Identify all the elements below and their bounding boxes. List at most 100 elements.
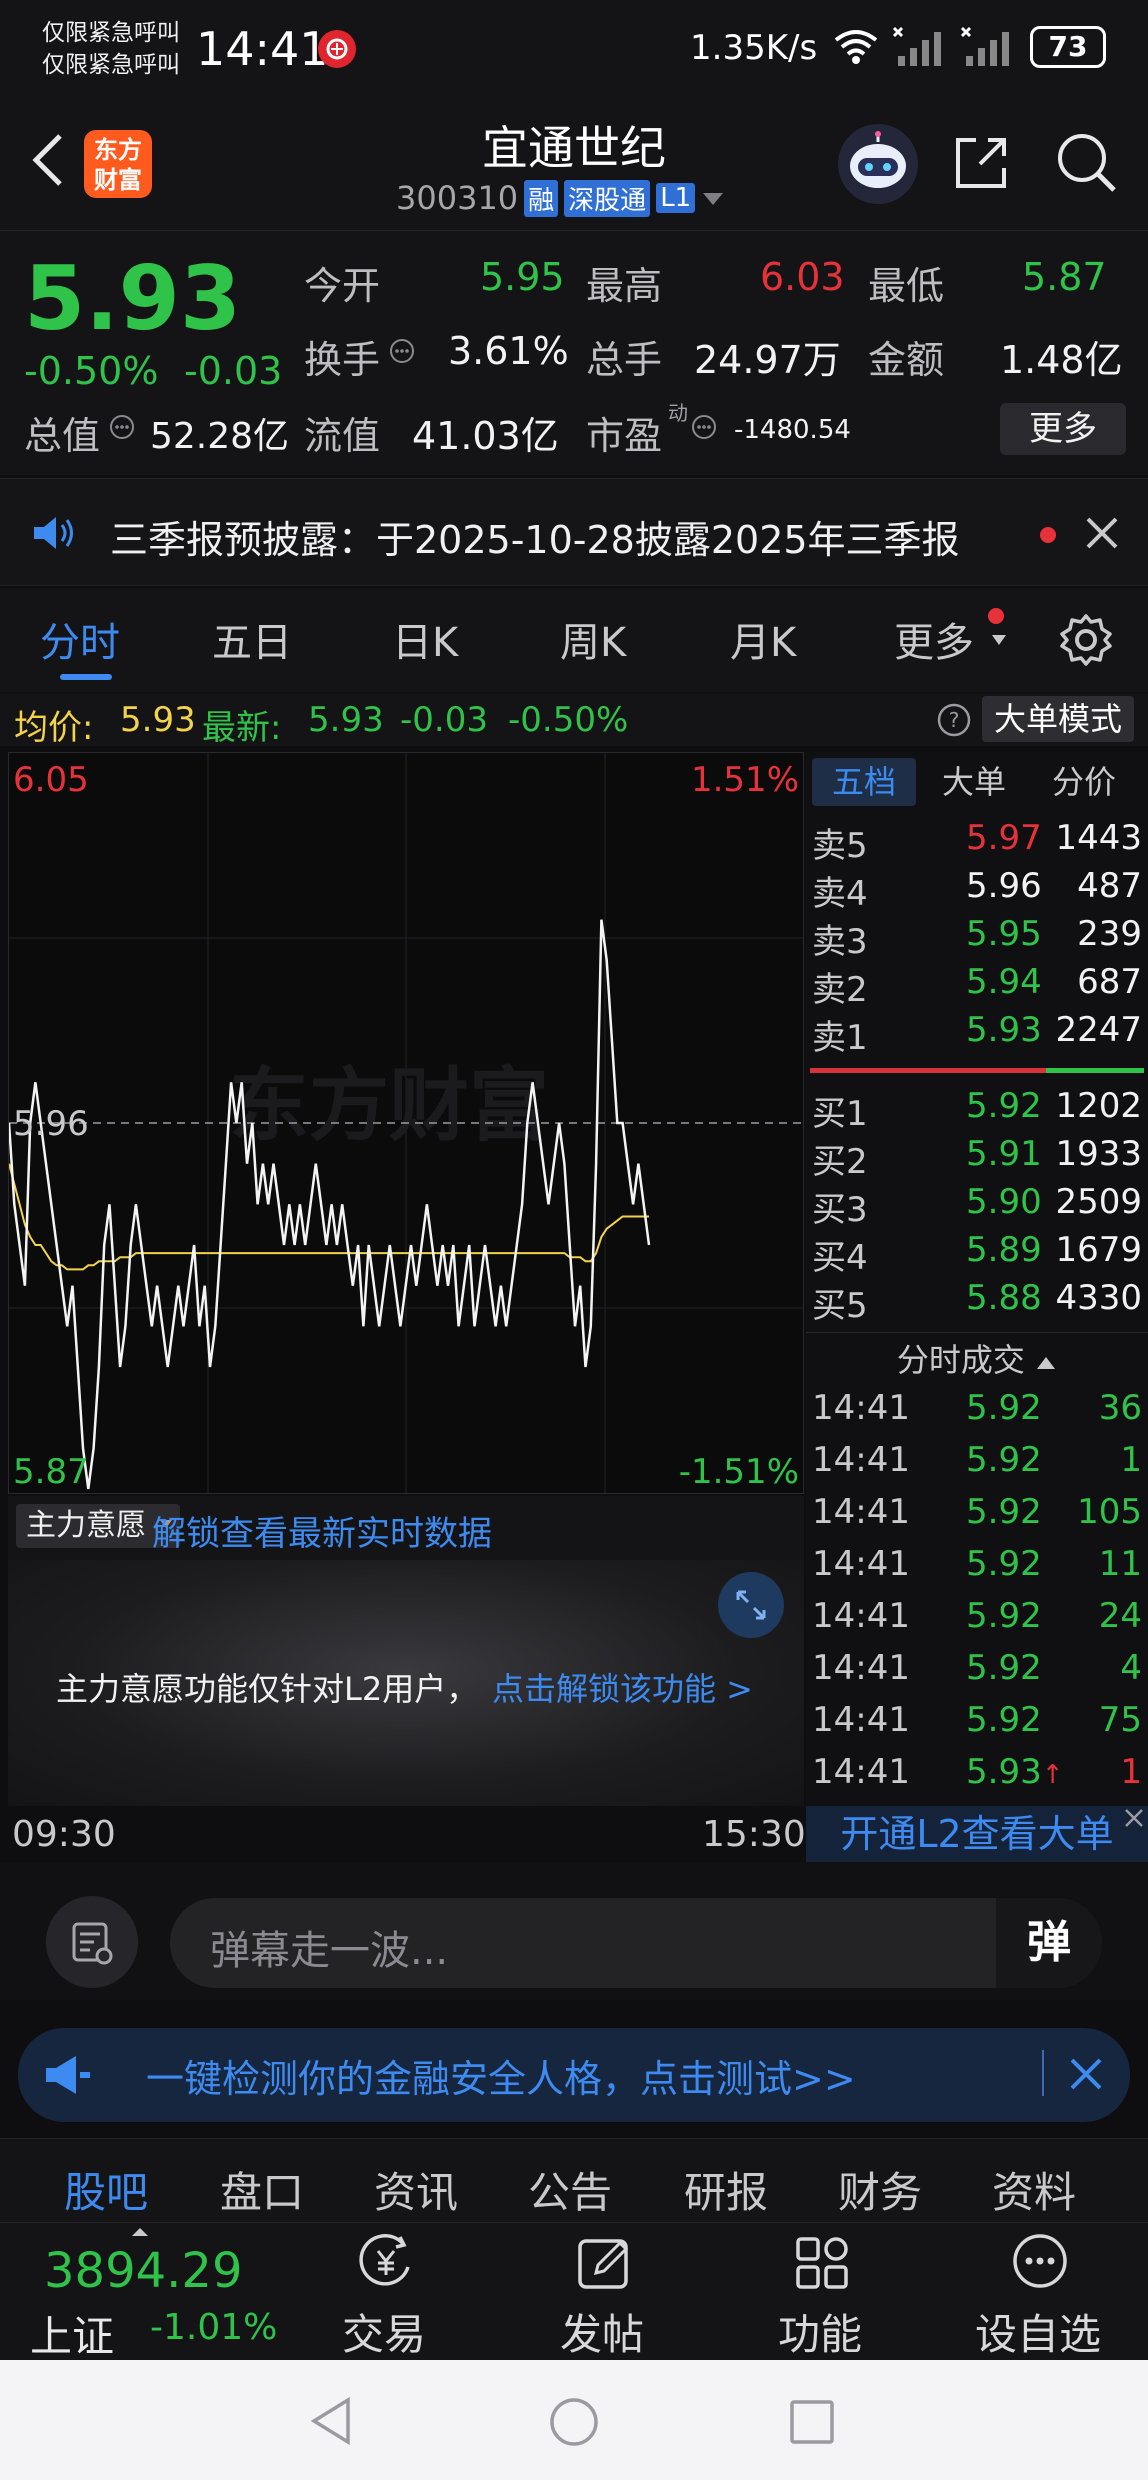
tab-forum[interactable]: 股吧 (64, 2159, 148, 2220)
nav-trade[interactable]: 交易 (304, 2223, 464, 2361)
nav-add-watchlist[interactable]: 设自选 (958, 2223, 1118, 2361)
trade-yuan-icon (356, 2231, 416, 2297)
turnover-value: 3.61% (448, 329, 569, 373)
tab-intraday[interactable]: 分时 (40, 610, 120, 668)
trade-price: 5.92 (966, 1492, 1042, 1532)
tab-profile[interactable]: 资料 (992, 2159, 1076, 2220)
tab-five-day[interactable]: 五日 (212, 610, 292, 668)
robot-assistant-icon[interactable] (838, 124, 918, 204)
danmu-input[interactable]: 弹幕走一波... 弹 (170, 1898, 1102, 1988)
tab-research[interactable]: 研报 (684, 2159, 768, 2220)
recents-square-icon[interactable] (788, 2398, 836, 2450)
signal-icon-1 (892, 26, 948, 72)
avg-price-label: 均价: (14, 708, 94, 748)
high-label: 最高 (586, 264, 663, 308)
trade-row: 14:41 5.93↑ 1 (806, 1752, 1148, 1802)
ask-row[interactable]: 卖3 5.95 239 (806, 914, 1148, 962)
status-time: 14:41 (196, 22, 329, 76)
unlock-feature-link[interactable]: 点击解锁该功能 > (492, 1664, 753, 1710)
more-chevron-icon (990, 632, 1008, 651)
tab-weekly-k[interactable]: 周K (560, 610, 626, 668)
trade-row: 14:41 5.92 75 (806, 1700, 1148, 1750)
close-l2-icon[interactable] (1122, 1806, 1146, 1834)
back-triangle-icon[interactable] (308, 2396, 354, 2450)
stock-code: 300310 (396, 179, 519, 217)
home-circle-icon[interactable] (548, 2396, 600, 2452)
ask-label: 卖5 (812, 826, 868, 866)
share-icon[interactable] (950, 130, 1014, 198)
notice-bar[interactable]: 三季报预披露：于2025-10-28披露2025年三季报 (0, 478, 1148, 586)
danmu-placeholder: 弹幕走一波... (210, 1928, 449, 1974)
trade-volume: 1 (1120, 1752, 1142, 1792)
megaphone-icon (42, 2050, 94, 2104)
bid-row[interactable]: 买1 5.92 1202 (806, 1086, 1148, 1134)
avg-price-value: 5.93 (120, 700, 196, 740)
trade-row: 14:41 5.92 11 (806, 1544, 1148, 1594)
pe-info-icon[interactable] (690, 413, 718, 445)
caret-up-icon (1035, 1341, 1057, 1379)
stock-header: 东方财富 宜通世纪 300310 融 深股通 L1 (0, 100, 1148, 230)
close-icon[interactable] (1084, 515, 1120, 555)
ask-row[interactable]: 卖1 5.93 2247 (806, 1010, 1148, 1058)
tab-news[interactable]: 资讯 (374, 2159, 458, 2220)
big-order-mode-button[interactable]: 大单模式 (982, 696, 1134, 742)
banner-close-icon[interactable] (1066, 2054, 1106, 2098)
turnover-info-icon[interactable] (388, 337, 416, 369)
tab-price-dist[interactable]: 分价 (1052, 758, 1116, 806)
promo-banner[interactable]: 一键检测你的金融安全人格，点击测试>> (18, 2028, 1130, 2122)
nav-post[interactable]: 发帖 (522, 2223, 682, 2361)
tab-orderbook[interactable]: 盘口 (220, 2159, 304, 2220)
bid-row[interactable]: 买3 5.90 2509 (806, 1182, 1148, 1230)
tab-monthly-k[interactable]: 月K (730, 610, 796, 668)
more-button[interactable]: 更多 (1000, 403, 1126, 455)
danmu-bar: 弹幕走一波... 弹 (0, 1862, 1148, 2000)
expand-icon[interactable] (718, 1572, 784, 1638)
open-l2-button[interactable]: 开通L2查看大单 (806, 1806, 1148, 1862)
danmu-send-button[interactable]: 弹 (996, 1898, 1102, 1988)
trade-row: 14:41 5.92 105 (806, 1492, 1148, 1542)
wifi-icon (832, 26, 880, 70)
trades-header[interactable]: 分时成交 (806, 1336, 1148, 1384)
ask-price: 5.94 (966, 962, 1042, 1002)
bid-row[interactable]: 买2 5.91 1933 (806, 1134, 1148, 1182)
bid-volume: 4330 (1055, 1278, 1142, 1318)
ask-volume: 2247 (1055, 1010, 1142, 1050)
tab-five-levels[interactable]: 五档 (812, 758, 916, 806)
search-icon[interactable] (1054, 130, 1120, 200)
intraday-chart[interactable]: 东方财富 6.05 5.96 5.87 1.51% -1.51% (8, 752, 804, 1494)
index-ticker[interactable]: 3894.29 上证 -1.01% (0, 2223, 300, 2361)
bid-row[interactable]: 买5 5.88 4330 (806, 1278, 1148, 1326)
ask-row[interactable]: 卖5 5.97 1443 (806, 818, 1148, 866)
tab-more[interactable]: 更多 (894, 610, 974, 668)
danmu-settings-icon[interactable] (46, 1896, 138, 1988)
ask-label: 卖3 (812, 922, 868, 962)
mktcap-label: 总值 (24, 414, 101, 458)
tab-big-orders[interactable]: 大单 (942, 758, 1006, 806)
help-icon[interactable]: ? (936, 702, 972, 742)
ask-row[interactable]: 卖4 5.96 487 (806, 866, 1148, 914)
stock-code-row[interactable]: 300310 融 深股通 L1 (396, 178, 725, 218)
tab-daily-k[interactable]: 日K (392, 610, 458, 668)
trade-time: 14:41 (812, 1700, 910, 1740)
latest-price-label: 最新: (202, 708, 282, 748)
trade-price: 5.92 (966, 1388, 1042, 1428)
turnover-label: 换手 (304, 338, 381, 382)
mktcap-info-icon[interactable] (108, 413, 136, 445)
trade-row: 14:41 5.92 36 (806, 1388, 1148, 1438)
float-value: 41.03亿 (412, 414, 559, 458)
open-label: 今开 (304, 264, 381, 308)
tab-announcements[interactable]: 公告 (528, 2159, 612, 2220)
connect-tag: 深股通 (564, 179, 651, 217)
trade-price: 5.92 (966, 1700, 1042, 1740)
trade-row: 14:41 5.92 1 (806, 1440, 1148, 1490)
bid-volume: 1933 (1055, 1134, 1142, 1174)
unlock-realtime-link[interactable]: 解锁查看最新实时数据 (152, 1506, 492, 1555)
intraday-chart-svg: 东方财富 6.05 5.96 5.87 1.51% -1.51% (9, 753, 803, 1493)
bid-row[interactable]: 买4 5.89 1679 (806, 1230, 1148, 1278)
ask-row[interactable]: 卖2 5.94 687 (806, 962, 1148, 1010)
trade-volume: 24 (1098, 1596, 1142, 1636)
tab-financials[interactable]: 财务 (838, 2159, 922, 2220)
ask-volume: 687 (1077, 962, 1142, 1002)
settings-gear-icon[interactable] (1058, 612, 1114, 672)
nav-features[interactable]: 功能 (740, 2223, 900, 2361)
